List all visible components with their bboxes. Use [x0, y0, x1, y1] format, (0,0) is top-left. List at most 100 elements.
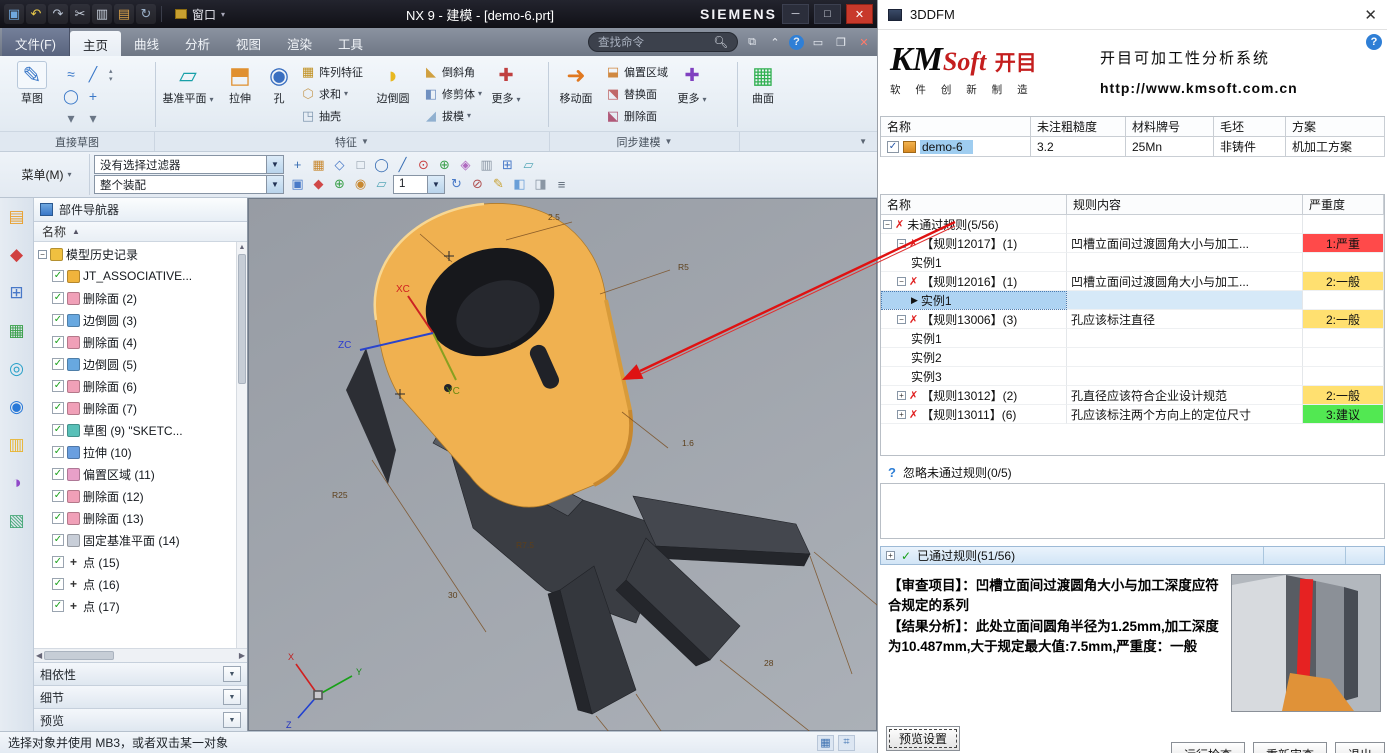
highlight-icon[interactable]: ◉ [351, 175, 370, 194]
datum-plane-button[interactable]: ▱ 基准平面 ▾ [159, 59, 217, 108]
minimize-button[interactable]: ─ [782, 4, 809, 24]
panel-bar-预览[interactable]: 预览▼ [34, 708, 247, 731]
reuse-library-icon[interactable]: ◎ [6, 358, 28, 380]
feature-checkbox[interactable]: ✓ [52, 314, 64, 326]
feature-checkbox[interactable]: ✓ [52, 270, 64, 282]
history-icon[interactable]: ◑ [6, 472, 28, 494]
feature-checkbox[interactable]: ✓ [52, 336, 64, 348]
line-snap-icon[interactable]: ╱ [393, 155, 412, 174]
feature-more-button[interactable]: ✚ 更多 ▾ [487, 59, 525, 108]
instance-row[interactable]: 实例3 [881, 367, 1067, 386]
feature-checkbox[interactable]: ✓ [52, 446, 64, 458]
rule-row-name[interactable]: −✗【规则12016】(1) [881, 272, 1067, 291]
cut-icon[interactable]: ✂ [70, 4, 90, 24]
feature-checkbox[interactable]: ✓ [52, 600, 64, 612]
assembly-filter-icon[interactable]: ◆ [309, 175, 328, 194]
collapse-icon[interactable]: − [897, 239, 906, 248]
window-menu[interactable]: 窗口 ▾ [167, 6, 233, 23]
feature-checkbox[interactable]: ✓ [52, 402, 64, 414]
scroll-left-icon[interactable]: ◀ [36, 651, 42, 660]
product-url[interactable]: http://www.kmsoft.com.cn [1100, 80, 1375, 96]
more-curve-dropdown-icon[interactable]: ▾ [60, 107, 82, 129]
quadrant-snap-icon[interactable]: ⊕ [435, 155, 454, 174]
instance-row[interactable]: 实例1 [881, 329, 1067, 348]
scrollbar-thumb[interactable] [44, 651, 114, 660]
panel-bar-相依性[interactable]: 相依性▼ [34, 662, 247, 685]
tree-item[interactable]: ✓删除面 (6) [34, 375, 235, 397]
selection-scope-combo[interactable]: 整个装配▼ [94, 175, 284, 194]
exit-button[interactable]: 退出 [1335, 742, 1385, 753]
run-check-button[interactable]: 运行检查 [1171, 742, 1245, 753]
keyboard-icon[interactable]: ⌗ [838, 735, 855, 751]
tree-item[interactable]: ✓+点 (17) [34, 595, 235, 617]
tab-分析[interactable]: 分析 [172, 28, 223, 56]
feature-checkbox[interactable]: ✓ [52, 358, 64, 370]
mdi-close-icon[interactable]: ✕ [855, 33, 873, 51]
process-studio-icon[interactable]: ▧ [6, 510, 28, 532]
more-sketch-dropdown-icon[interactable]: ▾ [82, 107, 104, 129]
feature-checkbox[interactable]: ✓ [52, 490, 64, 502]
group-label-feature[interactable]: 特征▼ [155, 132, 550, 151]
feature-checkbox[interactable]: ✓ [52, 380, 64, 392]
feature-checkbox[interactable]: ✓ [52, 424, 64, 436]
center-snap-icon[interactable]: ⊙ [414, 155, 433, 174]
rule-row-name[interactable]: −✗未通过规则(5/56) [881, 215, 1067, 234]
tab-渲染[interactable]: 渲染 [274, 28, 325, 56]
close-button[interactable]: ✕ [846, 4, 873, 24]
rule-row-name[interactable]: −✗【规则13006】(3) [881, 310, 1067, 329]
tree-item[interactable]: ✓删除面 (12) [34, 485, 235, 507]
part-navigator-icon[interactable]: ▦ [6, 320, 28, 342]
scroll-up-icon[interactable]: ▲ [237, 242, 247, 253]
studio-spline-icon[interactable]: ≈ [60, 63, 82, 85]
sketch-tools-scroll[interactable]: ▴▾ [106, 59, 116, 91]
point-icon[interactable]: + [82, 85, 104, 107]
chevron-down-icon[interactable]: ▼ [223, 712, 241, 728]
assembly-navigator-icon[interactable]: ◆ [6, 244, 28, 266]
save-icon[interactable]: ▣ [4, 4, 24, 24]
tree-item[interactable]: ✓+点 (16) [34, 573, 235, 595]
mdi-restore-icon[interactable]: ❐ [832, 33, 850, 51]
redo-icon[interactable]: ↷ [48, 4, 68, 24]
plane-filter-icon[interactable]: ▱ [372, 175, 391, 194]
tree-item[interactable]: ✓偏置区域 (11) [34, 463, 235, 485]
navigator-vertical-scrollbar[interactable]: ▲ [236, 242, 247, 648]
tab-文件(F)[interactable]: 文件(F) [2, 28, 70, 56]
instance-row[interactable]: ▶实例1 [881, 291, 1067, 310]
roles-icon[interactable]: ▤ [6, 206, 28, 228]
feature-checkbox[interactable]: ✓ [52, 468, 64, 480]
wireframe-view-icon[interactable]: ◨ [531, 175, 550, 194]
expand-icon[interactable]: + [897, 410, 906, 419]
command-search-input[interactable]: 查找命令 🔍︎ [588, 32, 738, 52]
rule-row-name[interactable]: −✗【规则12017】(1) [881, 234, 1067, 253]
group-label-direct-sketch[interactable]: 直接草图 [0, 132, 155, 151]
tab-曲线[interactable]: 曲线 [121, 28, 172, 56]
offset-region-button[interactable]: ⬓偏置区域 [602, 61, 671, 82]
count-combo[interactable]: 1▼ [393, 175, 445, 194]
hole-button[interactable]: ◉ 孔 [263, 59, 295, 108]
tree-item[interactable]: ✓+点 (15) [34, 551, 235, 573]
work-plane-icon[interactable]: ▦ [309, 155, 328, 174]
preview-settings-button[interactable]: 预览设置 [886, 726, 960, 751]
refresh-icon[interactable]: ↻ [447, 175, 466, 194]
panel-bar-细节[interactable]: 细节▼ [34, 685, 247, 708]
tab-视图[interactable]: 视图 [223, 28, 274, 56]
web-browser-icon[interactable]: ▥ [6, 434, 28, 456]
face-snap-icon[interactable]: ▱ [519, 155, 538, 174]
paste-icon[interactable]: ▤ [114, 4, 134, 24]
rule-row-name[interactable]: +✗【规则13012】(2) [881, 386, 1067, 405]
edit-icon[interactable]: ✎ [489, 175, 508, 194]
edge-blend-button[interactable]: ◗ 边倒圆 [368, 59, 418, 108]
tree-item[interactable]: ✓删除面 (2) [34, 287, 235, 309]
add-to-selection-icon[interactable]: ⊕ [330, 175, 349, 194]
pattern-feature-button[interactable]: ▦阵列特征 [297, 61, 366, 82]
tree-item[interactable]: ✓边倒圆 (3) [34, 309, 235, 331]
collapse-icon[interactable]: − [897, 315, 906, 324]
instance-row[interactable]: 实例2 [881, 348, 1067, 367]
feature-checkbox[interactable]: ✓ [52, 512, 64, 524]
sync-more-button[interactable]: ✚ 更多 ▾ [673, 59, 711, 108]
feature-checkbox[interactable]: ✓ [52, 556, 64, 568]
circle-icon[interactable]: ◯ [60, 85, 82, 107]
group-label-synchronous[interactable]: 同步建模▼ [550, 132, 740, 151]
deselect-icon[interactable]: ⊘ [468, 175, 487, 194]
window-search-icon[interactable]: ⧉ [743, 33, 761, 51]
